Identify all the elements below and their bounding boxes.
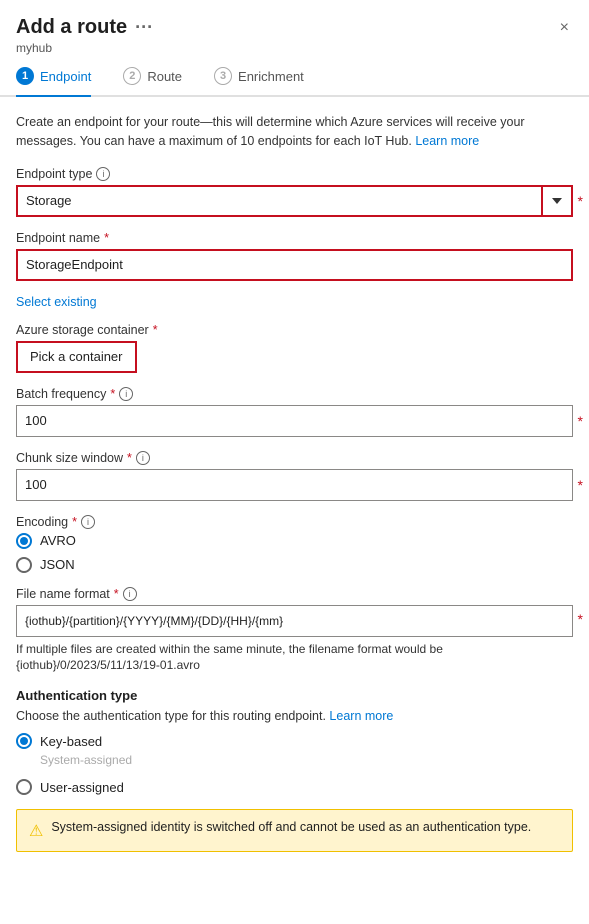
endpoint-type-label: Endpoint type i (16, 167, 573, 181)
warning-text: System-assigned identity is switched off… (51, 820, 531, 834)
endpoint-type-info-icon[interactable]: i (96, 167, 110, 181)
tab-route[interactable]: 2 Route (123, 67, 182, 95)
tab-route-circle: 2 (123, 67, 141, 85)
azure-storage-required-star: * (153, 323, 158, 337)
description-learn-more[interactable]: Learn more (415, 134, 479, 148)
auth-key-based-radio (16, 733, 32, 749)
page-title: Add a route (16, 16, 127, 39)
description: Create an endpoint for your route—this w… (16, 113, 573, 151)
chunk-size-required-marker: * (578, 477, 583, 493)
encoding-radio-group: AVRO JSON (16, 533, 573, 573)
chunk-size-input-wrapper: * (16, 469, 573, 501)
panel: Add a route ··· myhub × 1 Endpoint 2 Rou… (0, 0, 589, 924)
batch-frequency-label: Batch frequency * i (16, 387, 573, 401)
ellipsis-button[interactable]: ··· (135, 17, 153, 38)
encoding-required: * (72, 515, 77, 529)
header-left: Add a route ··· myhub (16, 16, 153, 55)
endpoint-name-required-star: * (104, 231, 109, 245)
content: Create an endpoint for your route—this w… (0, 97, 589, 924)
endpoint-type-select-wrapper: Storage * (16, 185, 573, 217)
batch-frequency-info-icon[interactable]: i (119, 387, 133, 401)
endpoint-name-label: Endpoint name * (16, 231, 573, 245)
warning-icon: ⚠ (29, 821, 43, 841)
tab-enrichment[interactable]: 3 Enrichment (214, 67, 304, 95)
file-name-format-input[interactable] (16, 605, 573, 637)
endpoint-name-input-wrapper (16, 249, 573, 281)
encoding-avro-label: AVRO (40, 533, 76, 548)
batch-freq-required-marker: * (578, 413, 583, 429)
chunk-size-info-icon[interactable]: i (136, 451, 150, 465)
auth-type-radio-group: Key-based System-assigned User-assigned (16, 733, 573, 795)
file-format-input-wrapper: * (16, 605, 573, 641)
auth-key-based-label: Key-based (40, 734, 102, 749)
tabs: 1 Endpoint 2 Route 3 Enrichment (0, 55, 589, 97)
tab-endpoint[interactable]: 1 Endpoint (16, 67, 91, 97)
chunk-size-required: * (127, 451, 132, 465)
file-format-required-marker: * (578, 611, 583, 627)
file-format-hint: If multiple files are created within the… (16, 641, 573, 675)
chunk-size-input[interactable] (16, 469, 573, 501)
endpoint-name-input[interactable] (16, 249, 573, 281)
auth-type-description: Choose the authentication type for this … (16, 709, 573, 723)
encoding-json-radio (16, 557, 32, 573)
encoding-json-label: JSON (40, 557, 75, 572)
encoding-avro-option[interactable]: AVRO (16, 533, 573, 549)
file-name-format-label: File name format * i (16, 587, 573, 601)
chunk-size-label: Chunk size window * i (16, 451, 573, 465)
endpoint-type-select[interactable]: Storage (16, 185, 573, 217)
batch-freq-required: * (110, 387, 115, 401)
encoding-info-icon[interactable]: i (81, 515, 95, 529)
tab-endpoint-label: Endpoint (40, 69, 91, 84)
select-existing-link[interactable]: Select existing (16, 295, 573, 309)
file-format-example: {iothub}/0/2023/5/11/13/19-01.avro (16, 658, 200, 672)
auth-user-assigned-option[interactable]: User-assigned (16, 779, 573, 795)
tab-route-label: Route (147, 69, 182, 84)
tab-endpoint-circle: 1 (16, 67, 34, 85)
system-assigned-label: System-assigned (40, 753, 573, 767)
auth-type-title: Authentication type (16, 688, 573, 703)
auth-key-based-option[interactable]: Key-based (16, 733, 573, 749)
endpoint-type-required: * (578, 193, 583, 209)
warning-box: ⚠ System-assigned identity is switched o… (16, 809, 573, 852)
header: Add a route ··· myhub × (0, 0, 589, 55)
azure-storage-container-label: Azure storage container * (16, 323, 573, 337)
encoding-json-option[interactable]: JSON (16, 557, 573, 573)
hub-name: myhub (16, 41, 153, 55)
batch-frequency-input[interactable] (16, 405, 573, 437)
encoding-avro-radio (16, 533, 32, 549)
pick-container-button[interactable]: Pick a container (16, 341, 137, 373)
close-button[interactable]: × (556, 16, 573, 40)
auth-user-assigned-label: User-assigned (40, 780, 124, 795)
batch-frequency-input-wrapper: * (16, 405, 573, 437)
tab-enrichment-circle: 3 (214, 67, 232, 85)
file-format-info-icon[interactable]: i (123, 587, 137, 601)
tab-enrichment-label: Enrichment (238, 69, 304, 84)
file-format-required: * (114, 587, 119, 601)
auth-user-assigned-radio (16, 779, 32, 795)
auth-learn-more[interactable]: Learn more (329, 709, 393, 723)
header-title: Add a route ··· (16, 16, 153, 39)
encoding-label: Encoding * i (16, 515, 573, 529)
